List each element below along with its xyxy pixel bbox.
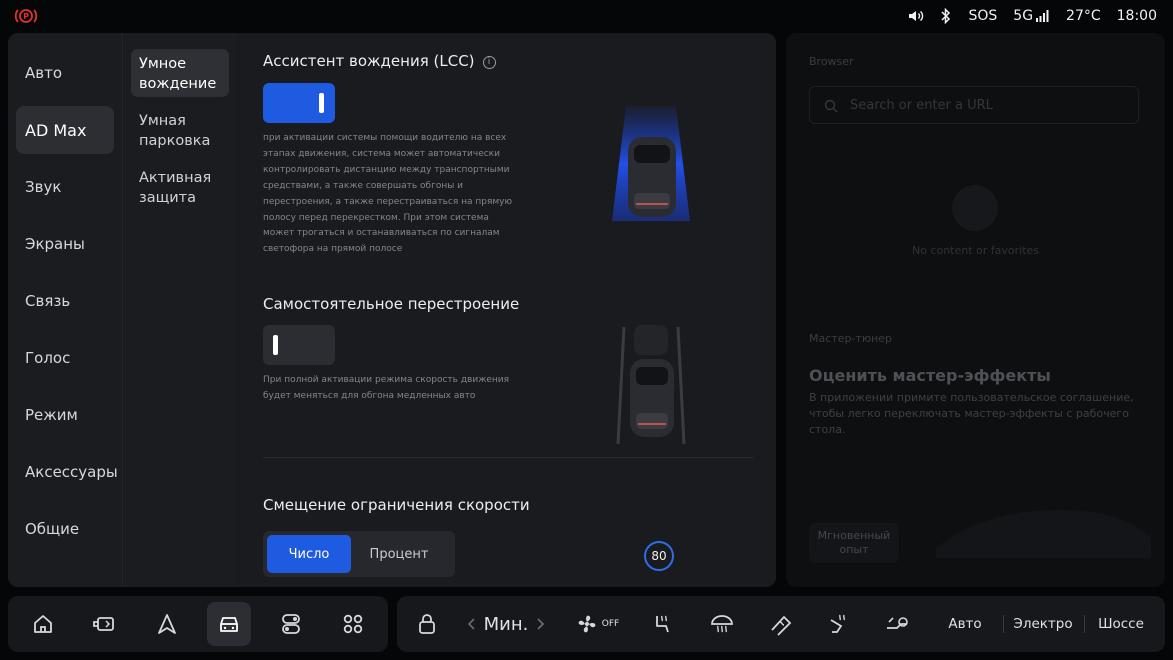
steering-heat-icon[interactable] bbox=[822, 596, 856, 652]
nav-item-voice[interactable]: Голос bbox=[16, 334, 114, 382]
fan-level-value: Мин. bbox=[483, 613, 529, 635]
nav-item-mode[interactable]: Режим bbox=[16, 391, 114, 439]
subnav-item-smart-driving[interactable]: Умное вождение bbox=[131, 49, 229, 97]
lcc-toggle[interactable] bbox=[263, 83, 335, 123]
network-label: 5G bbox=[1013, 8, 1034, 24]
drive-mode-highway[interactable]: Шоссе bbox=[1091, 596, 1151, 652]
side-mirror-icon[interactable] bbox=[82, 602, 126, 646]
clock: 18:00 bbox=[1116, 8, 1157, 24]
signal-icon bbox=[1036, 10, 1050, 22]
lock-icon[interactable] bbox=[415, 596, 439, 652]
lane-change-description: При полной активации режима скорость дви… bbox=[263, 375, 509, 401]
speed-offset-selector: Число Процент bbox=[263, 531, 455, 577]
subnav-item-label: Умное вождение bbox=[139, 56, 217, 92]
section-divider bbox=[263, 457, 753, 458]
settings-category-nav: Авто AD Max Звук Экраны Связь Голос Режи… bbox=[8, 33, 123, 587]
speed-offset-option-number[interactable]: Число bbox=[267, 535, 351, 573]
speed-offset-option-percent[interactable]: Процент bbox=[357, 535, 441, 573]
bluetooth-icon[interactable] bbox=[940, 8, 952, 24]
lcc-car-illustration bbox=[612, 106, 690, 221]
svg-text:P: P bbox=[23, 12, 29, 21]
fan-off-button[interactable]: OFF bbox=[567, 596, 627, 652]
grid-icon[interactable] bbox=[331, 602, 375, 646]
car-icon[interactable] bbox=[207, 602, 251, 646]
home-icon[interactable] bbox=[21, 602, 65, 646]
volume-icon[interactable] bbox=[908, 9, 924, 23]
subnav-item-smart-parking[interactable]: Умная парковка bbox=[131, 106, 229, 154]
divider bbox=[1003, 615, 1004, 633]
ad-max-subnav: Умное вождение Умная парковка Активная з… bbox=[124, 33, 236, 587]
nav-item-label: Экраны bbox=[25, 235, 85, 253]
network-indicator: 5G bbox=[1013, 8, 1050, 24]
fan-off-label: OFF bbox=[601, 619, 620, 629]
toggle-knob bbox=[319, 93, 324, 113]
seat-heat-icon[interactable] bbox=[645, 596, 679, 652]
nav-item-label: Авто bbox=[25, 64, 63, 82]
nav-item-label: Голос bbox=[25, 349, 71, 367]
chevron-right-icon[interactable] bbox=[536, 618, 545, 630]
nav-item-general[interactable]: Общие bbox=[16, 505, 114, 553]
lcc-title: Ассистент вождения (LCC) bbox=[263, 52, 475, 70]
tuner-try-button[interactable]: Мгновенный опыт bbox=[809, 523, 899, 563]
chevron-left-icon[interactable] bbox=[467, 618, 476, 630]
air-recirculation-icon[interactable] bbox=[881, 596, 915, 652]
drive-mode-auto[interactable]: Авто bbox=[937, 596, 993, 652]
fan-icon bbox=[575, 612, 599, 636]
speed-offset-section-title: Смещение ограничения скорости bbox=[263, 496, 530, 514]
nav-item-label: Аксессуары bbox=[25, 463, 118, 481]
subnav-item-label: Активная защита bbox=[139, 170, 212, 206]
browser-search-input[interactable]: Search or enter a URL bbox=[809, 86, 1139, 124]
browser-label: Browser bbox=[809, 55, 854, 68]
browser-empty-text: No content or favorites bbox=[911, 244, 1040, 257]
front-defrost-icon[interactable] bbox=[705, 596, 739, 652]
switches-icon[interactable] bbox=[269, 602, 313, 646]
search-icon bbox=[824, 99, 838, 113]
mirror-heat-icon[interactable] bbox=[764, 596, 798, 652]
dimmed-widgets-panel: Browser Search or enter a URL No content… bbox=[786, 33, 1165, 587]
app-dock bbox=[8, 596, 388, 652]
tuner-title: Оценить мастер-эффекты bbox=[809, 366, 1051, 385]
lane-change-car-illustration bbox=[616, 325, 686, 445]
nav-item-connection[interactable]: Связь bbox=[16, 277, 114, 325]
nav-item-label: Связь bbox=[25, 292, 71, 310]
lane-change-toggle[interactable] bbox=[263, 325, 335, 365]
nav-item-auto[interactable]: Авто bbox=[16, 49, 114, 97]
tuner-car-image bbox=[936, 509, 1151, 558]
nav-item-label: Общие bbox=[25, 520, 80, 538]
nav-item-sound[interactable]: Звук bbox=[16, 163, 114, 211]
empty-state-icon bbox=[952, 185, 998, 231]
smart-driving-content: Ассистент вождения (LCC) i при активации … bbox=[236, 33, 776, 587]
drive-mode-electric[interactable]: Электро bbox=[1009, 596, 1077, 652]
lcc-section-title: Ассистент вождения (LCC) i bbox=[263, 52, 496, 70]
speed-limit-sign: 80 bbox=[644, 541, 674, 571]
nav-item-label: Режим bbox=[25, 406, 78, 424]
lane-change-section-title: Самостоятельное перестроение bbox=[263, 295, 520, 313]
divider bbox=[1084, 615, 1085, 633]
tuner-label: Мастер-тюнер bbox=[809, 332, 893, 345]
toggle-knob bbox=[273, 335, 278, 355]
lcc-description: при активации системы помощи водителю на… bbox=[263, 133, 513, 255]
climate-dock: Мин. OFF Авто Электро Шоссе bbox=[397, 596, 1165, 652]
subnav-item-label: Умная парковка bbox=[139, 113, 211, 149]
nav-item-ad-max[interactable]: AD Max bbox=[16, 106, 114, 154]
navigation-icon[interactable] bbox=[145, 602, 189, 646]
nav-item-accessories[interactable]: Аксессуары bbox=[16, 448, 118, 496]
settings-panel: Авто AD Max Звук Экраны Связь Голос Режи… bbox=[8, 33, 776, 587]
info-icon[interactable]: i bbox=[482, 56, 496, 69]
brake-warning-icon: P bbox=[14, 7, 38, 25]
tuner-subtitle: В приложении примите пользовательское со… bbox=[809, 391, 1134, 436]
search-placeholder: Search or enter a URL bbox=[850, 98, 993, 113]
outside-temperature: 27°C bbox=[1066, 8, 1101, 24]
fan-speed-control: Мин. bbox=[461, 596, 551, 652]
subnav-item-active-protection[interactable]: Активная защита bbox=[131, 163, 229, 211]
nav-item-label: Звук bbox=[25, 178, 62, 196]
sos-button[interactable]: SOS bbox=[968, 8, 997, 24]
nav-item-screens[interactable]: Экраны bbox=[16, 220, 114, 268]
nav-item-label: AD Max bbox=[25, 120, 87, 140]
status-bar: P SOS 5G 27°C 18:00 bbox=[0, 0, 1173, 32]
